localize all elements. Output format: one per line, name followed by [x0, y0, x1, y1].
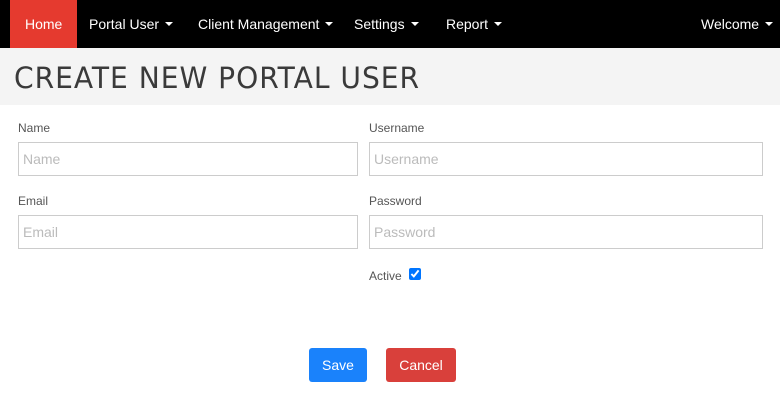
nav-settings[interactable]: Settings: [339, 0, 434, 48]
caret-down-icon: [765, 22, 774, 27]
nav-report[interactable]: Report: [431, 0, 517, 48]
email-input[interactable]: [18, 215, 358, 249]
nav-welcome-label: Welcome: [701, 16, 760, 32]
save-button[interactable]: Save: [309, 348, 367, 382]
nav-portal-user-label: Portal User: [89, 16, 160, 32]
username-label: Username: [369, 121, 425, 135]
page-header: CREATE NEW PORTAL USER: [0, 48, 780, 105]
cancel-button[interactable]: Cancel: [386, 348, 456, 382]
caret-down-icon: [165, 22, 174, 27]
password-input[interactable]: [369, 215, 763, 249]
top-navbar: Home Portal User Client Management Setti…: [0, 0, 780, 48]
caret-down-icon: [325, 22, 334, 27]
active-checkbox[interactable]: [409, 268, 421, 280]
nav-welcome[interactable]: Welcome: [686, 0, 780, 48]
nav-settings-label: Settings: [354, 16, 405, 32]
caret-down-icon: [410, 22, 419, 27]
page-title: CREATE NEW PORTAL USER: [14, 61, 421, 95]
password-label: Password: [369, 194, 422, 208]
nav-portal-user[interactable]: Portal User: [74, 0, 188, 48]
active-label: Active: [369, 269, 402, 283]
nav-home[interactable]: Home: [10, 0, 78, 48]
name-label: Name: [18, 121, 51, 135]
nav-client-management-label: Client Management: [198, 16, 320, 32]
nav-report-label: Report: [446, 16, 489, 32]
nav-client-management[interactable]: Client Management: [183, 0, 348, 48]
email-label: Email: [18, 194, 49, 208]
caret-down-icon: [494, 22, 503, 27]
name-input[interactable]: [18, 142, 358, 176]
username-input[interactable]: [369, 142, 763, 176]
nav-home-label: Home: [25, 16, 63, 32]
